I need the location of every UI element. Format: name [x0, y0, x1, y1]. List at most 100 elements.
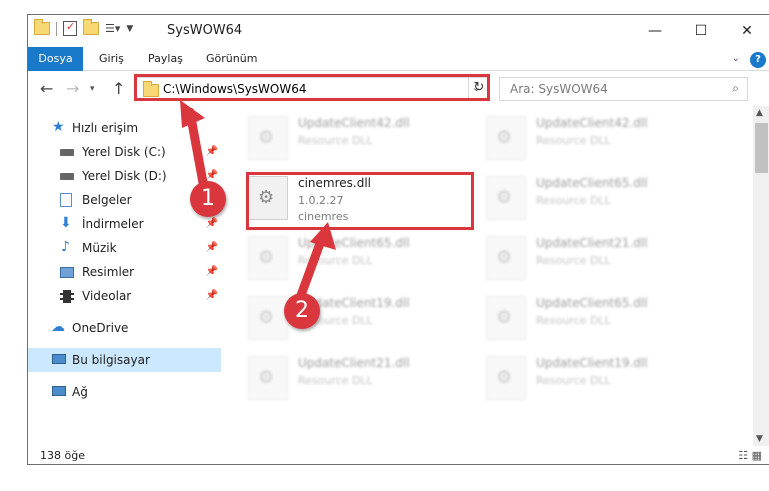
nav-item-label: Ağ: [72, 385, 88, 399]
dll-file-icon: [486, 176, 526, 220]
nav-item-label: Yerel Disk (C:): [82, 145, 166, 159]
quick-access-toolbar: ☰▾ ▼: [34, 19, 133, 36]
file-name: UpdateClient19.dll: [536, 356, 648, 370]
navigation-pane: ★ Hızlı erişim Yerel Disk (C:) 📌 Yerel D…: [28, 106, 223, 446]
vertical-scrollbar[interactable]: ▲ ▼: [753, 106, 769, 446]
search-box[interactable]: Ara: SysWOW64 ⌕: [499, 77, 748, 101]
nav-item-this-pc[interactable]: Bu bilgisayar: [28, 348, 221, 372]
maximize-button[interactable]: ☐: [678, 15, 724, 47]
nav-item-music[interactable]: ♪ Müzik 📌: [28, 236, 221, 260]
drive-icon: [60, 173, 74, 180]
item-count: 138 öğe: [40, 449, 85, 462]
file-item[interactable]: UpdateClient65.dll Resource DLL: [248, 234, 468, 292]
file-item[interactable]: UpdateClient42.dll Resource DLL: [248, 114, 468, 172]
file-item[interactable]: UpdateClient19.dll Resource DLL: [248, 294, 468, 352]
file-item[interactable]: UpdateClient65.dll Resource DLL: [486, 174, 706, 232]
drive-icon: [60, 149, 74, 156]
forward-arrow-icon[interactable]: →: [66, 79, 79, 98]
nav-item-label: OneDrive: [72, 321, 129, 335]
nav-item-videos[interactable]: Videolar 📌: [28, 284, 221, 308]
close-icon: ✕: [741, 23, 753, 39]
file-description: Resource DLL: [536, 194, 611, 207]
minimize-icon: —: [648, 23, 662, 39]
file-name: UpdateClient42.dll: [298, 116, 410, 130]
file-list: UpdateClient42.dll Resource DLL UpdateCl…: [223, 106, 753, 446]
file-highlight-box: [246, 172, 474, 230]
scrollbar-thumb[interactable]: [755, 123, 768, 173]
file-description: Resource DLL: [536, 134, 611, 147]
file-description: Resource DLL: [536, 314, 611, 327]
search-icon: ⌕: [732, 81, 739, 95]
tab-gorunum[interactable]: Görünüm: [206, 47, 257, 71]
pin-icon: 📌: [205, 266, 218, 277]
tab-dosya[interactable]: Dosya: [28, 47, 83, 71]
tab-paylas[interactable]: Paylaş: [148, 47, 183, 71]
nav-item-label: İndirmeler: [82, 217, 144, 231]
nav-item-network[interactable]: Ağ: [28, 380, 221, 404]
folder-icon[interactable]: [34, 19, 50, 35]
nav-item-label: Bu bilgisayar: [72, 353, 150, 367]
pictures-icon: [60, 267, 74, 278]
pin-icon: 📌: [205, 290, 218, 301]
file-item[interactable]: UpdateClient65.dll Resource DLL: [486, 294, 706, 352]
nav-item-downloads[interactable]: ⬇ İndirmeler 📌: [28, 212, 221, 236]
recent-dropdown-icon[interactable]: ▾: [90, 84, 95, 94]
network-icon: [52, 386, 66, 396]
tab-giris[interactable]: Giriş: [99, 47, 124, 71]
nav-item-label: Belgeler: [82, 193, 132, 207]
properties-icon[interactable]: [63, 20, 77, 36]
file-description: Resource DLL: [298, 134, 373, 147]
file-item[interactable]: UpdateClient21.dll Resource DLL: [248, 354, 468, 412]
ribbon-tabs: Dosya Giriş Paylaş Görünüm ⌄ ?: [28, 47, 769, 71]
toolbar-separator: [56, 21, 57, 36]
dll-file-icon: [486, 296, 526, 340]
music-icon: ♪: [61, 239, 70, 255]
scroll-down-icon[interactable]: ▼: [756, 434, 763, 444]
title-bar: ☰▾ ▼ SysWOW64 — ☐ ✕: [28, 15, 769, 47]
nav-item-label: Videolar: [82, 289, 132, 303]
nav-item-local-disk-c[interactable]: Yerel Disk (C:) 📌: [28, 140, 221, 164]
dll-file-icon: [248, 236, 288, 280]
maximize-icon: ☐: [694, 23, 708, 39]
view-toggle-icons[interactable]: ☷ ▦: [738, 449, 762, 462]
nav-item-pictures[interactable]: Resimler 📌: [28, 260, 221, 284]
nav-item-label: Yerel Disk (D:): [82, 169, 167, 183]
nav-item-quick-access[interactable]: ★ Hızlı erişim: [28, 116, 221, 140]
close-button[interactable]: ✕: [724, 15, 769, 47]
scroll-up-icon[interactable]: ▲: [756, 108, 763, 118]
dll-file-icon: [486, 356, 526, 400]
address-highlight-box: [134, 74, 490, 101]
file-item[interactable]: UpdateClient19.dll Resource DLL: [486, 354, 706, 412]
file-name: UpdateClient21.dll: [536, 236, 648, 250]
file-name: UpdateClient65.dll: [298, 236, 410, 250]
videos-icon: [60, 290, 74, 303]
window-title: SysWOW64: [167, 23, 243, 38]
file-name: UpdateClient42.dll: [536, 116, 648, 130]
up-arrow-icon[interactable]: ↑: [112, 79, 125, 98]
pin-icon: 📌: [205, 146, 218, 157]
nav-item-label: Müzik: [82, 241, 117, 255]
minimize-button[interactable]: —: [632, 15, 678, 47]
customize-icon[interactable]: ☰▾: [105, 22, 120, 35]
back-arrow-icon[interactable]: ←: [40, 79, 53, 98]
file-description: Resource DLL: [536, 254, 611, 267]
nav-item-onedrive[interactable]: ☁ OneDrive: [28, 316, 221, 340]
file-name: UpdateClient65.dll: [536, 296, 648, 310]
file-item[interactable]: UpdateClient21.dll Resource DLL: [486, 234, 706, 292]
new-folder-icon[interactable]: [83, 19, 99, 35]
help-icon[interactable]: ?: [750, 52, 766, 68]
file-description: Resource DLL: [298, 254, 373, 267]
download-icon: ⬇: [60, 215, 72, 231]
dll-file-icon: [248, 296, 288, 340]
search-input[interactable]: Ara: SysWOW64: [510, 82, 608, 96]
step-2-badge: 2: [284, 293, 320, 329]
computer-icon: [52, 354, 66, 364]
dll-file-icon: [248, 356, 288, 400]
qat-dropdown-icon[interactable]: ▼: [126, 24, 133, 34]
dll-file-icon: [486, 236, 526, 280]
file-name: UpdateClient65.dll: [536, 176, 648, 190]
nav-item-label: Resimler: [82, 265, 135, 279]
nav-item-local-disk-d[interactable]: Yerel Disk (D:) 📌: [28, 164, 221, 188]
file-item[interactable]: UpdateClient42.dll Resource DLL: [486, 114, 706, 172]
ribbon-expand-icon[interactable]: ⌄: [732, 53, 740, 64]
